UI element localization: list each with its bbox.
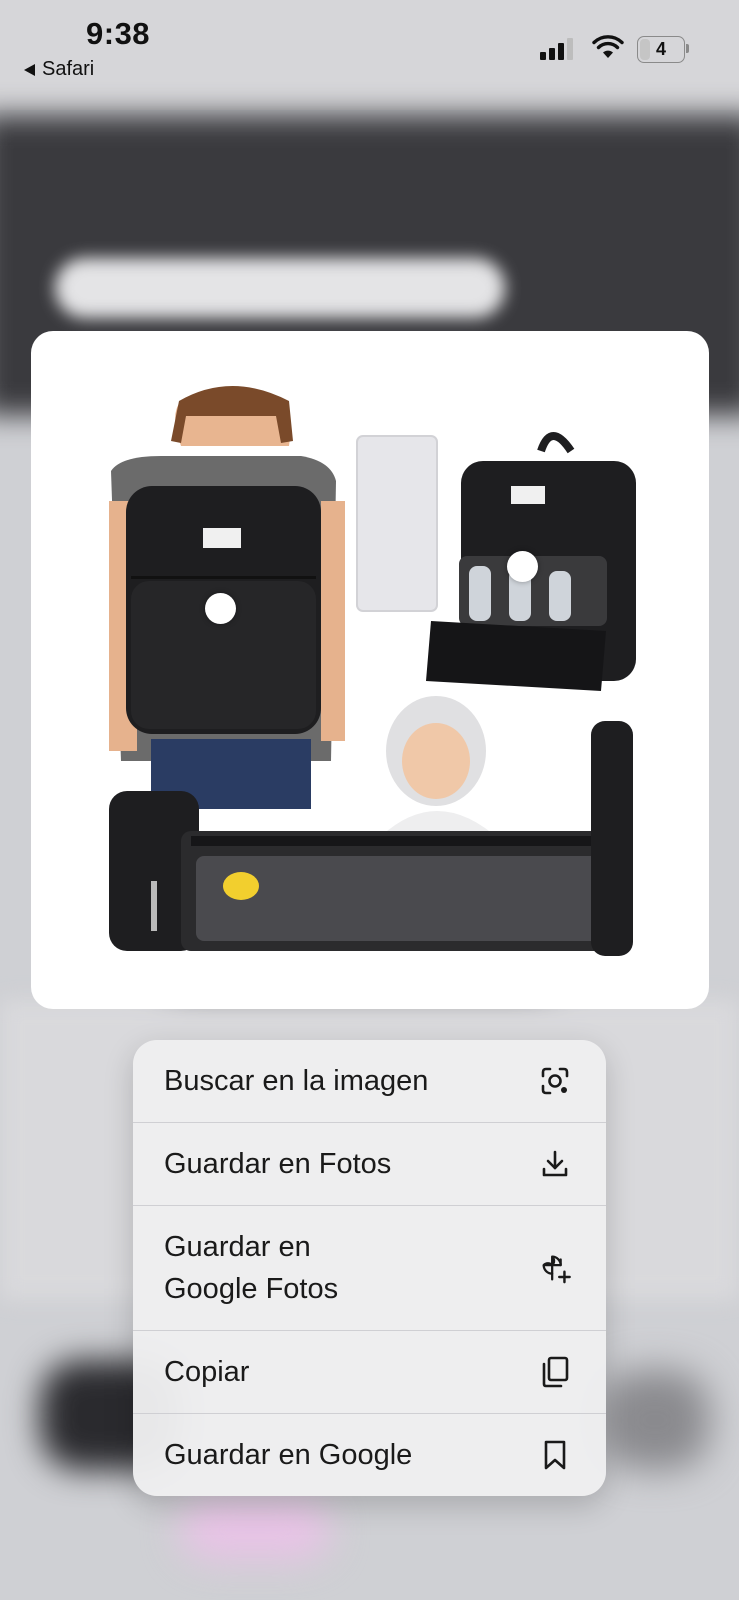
lens-search-icon	[538, 1064, 572, 1098]
status-time: 9:38	[86, 16, 151, 51]
back-app-label: Safari	[42, 58, 95, 80]
wifi-icon	[592, 35, 624, 58]
copy-icon	[538, 1355, 572, 1389]
battery-icon: 4	[637, 36, 685, 63]
menu-item-save-to-photos[interactable]: Guardar en Fotos	[133, 1122, 606, 1205]
menu-item-save-to-google[interactable]: Guardar en Google	[133, 1413, 606, 1496]
battery-level: 4	[655, 39, 666, 59]
menu-item-copy[interactable]: Copiar	[133, 1330, 606, 1413]
changing-pad	[356, 435, 438, 612]
menu-item-label: Copiar	[164, 1356, 250, 1388]
menu-item-label: Guardar en Google Fotos	[164, 1231, 339, 1305]
menu-item-search-image[interactable]: Buscar en la imagen	[133, 1040, 606, 1122]
back-arrow-icon	[24, 63, 35, 76]
context-menu: Buscar en la imagen Guardar en Fotos Gua…	[133, 1040, 606, 1496]
product-photo	[109, 386, 636, 956]
menu-item-save-to-google-photos[interactable]: Guardar en Google Fotos	[133, 1205, 606, 1330]
menu-item-label: Guardar en Google	[164, 1439, 413, 1471]
tap-indicator	[507, 551, 538, 582]
menu-item-label: Guardar en Fotos	[164, 1148, 392, 1180]
back-to-app-link[interactable]: Safari	[24, 58, 94, 81]
google-photos-add-icon	[538, 1251, 572, 1285]
image-preview	[31, 331, 709, 1009]
tap-indicator	[205, 593, 236, 624]
bookmark-icon	[538, 1438, 572, 1472]
cellular-signal-icon	[540, 38, 573, 60]
download-icon	[538, 1147, 572, 1181]
status-bar: 9:38 Safari 4	[0, 0, 739, 90]
menu-item-label: Buscar en la imagen	[164, 1065, 429, 1097]
